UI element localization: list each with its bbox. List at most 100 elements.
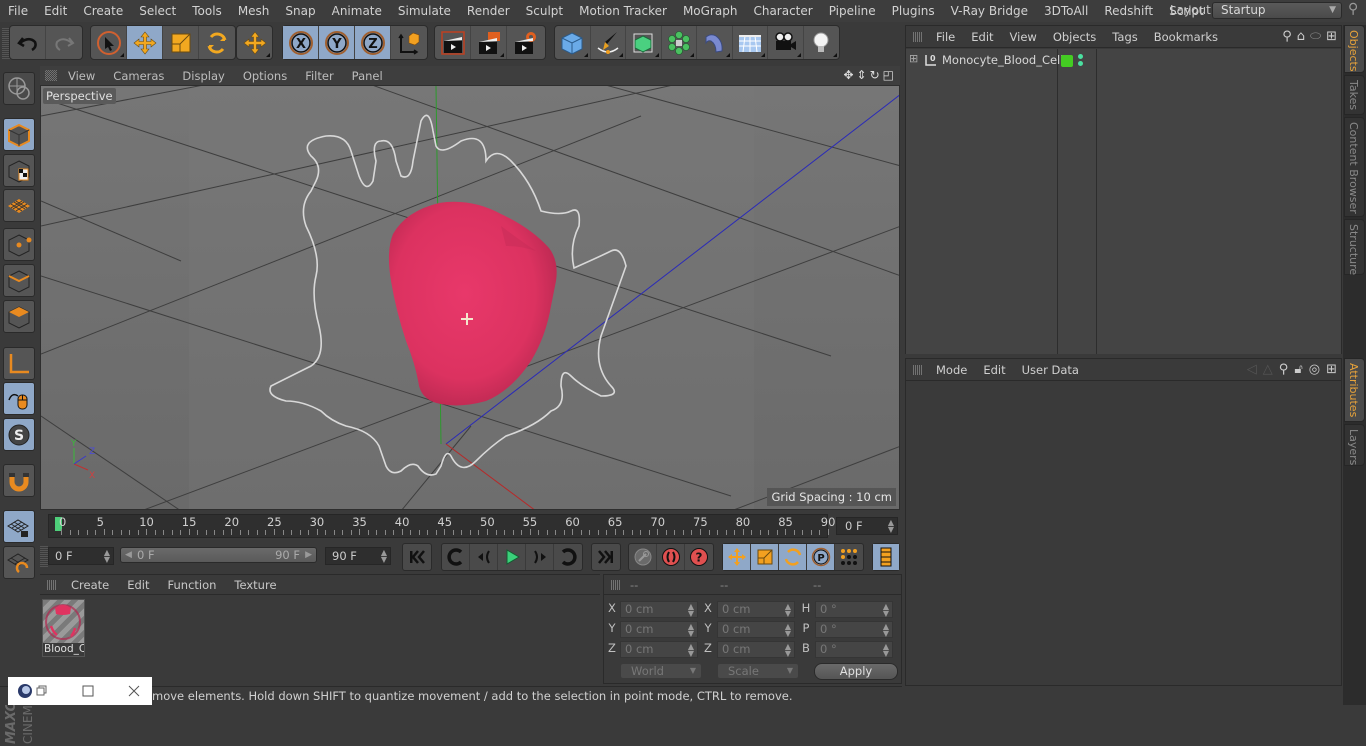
target-icon[interactable]: ◎ xyxy=(1309,362,1320,377)
rot-h-field[interactable]: 0 ° ▲ ▼ xyxy=(815,601,893,618)
coord-mode-dropdown[interactable]: Scale ▼ xyxy=(717,663,799,679)
objects-list-area[interactable] xyxy=(906,71,1341,354)
objects-menu-tags[interactable]: Tags xyxy=(1104,30,1145,44)
menu-vray-bridge[interactable]: V-Ray Bridge xyxy=(943,0,1036,22)
attributes-menu-edit[interactable]: Edit xyxy=(975,363,1013,377)
material-menu-function[interactable]: Function xyxy=(159,578,226,592)
object-name[interactable]: Monocyte_Blood_Cell xyxy=(942,53,1063,67)
rotate-tool-button[interactable] xyxy=(199,26,235,59)
spinner-icon[interactable]: ▲ ▼ xyxy=(104,549,110,564)
current-frame-field[interactable]: 0 F ▲ ▼ xyxy=(836,517,898,535)
points-mode-button[interactable] xyxy=(3,228,35,261)
menu-tools[interactable]: Tools xyxy=(184,0,230,22)
pen-spline-button[interactable] xyxy=(591,26,626,59)
spinner-icon[interactable]: ▲ ▼ xyxy=(883,643,889,658)
cube-button[interactable] xyxy=(555,26,591,59)
key-position-button[interactable] xyxy=(723,544,751,570)
expand-icon[interactable]: ⊞ xyxy=(909,52,918,65)
play-button[interactable] xyxy=(498,544,526,570)
close-icon[interactable] xyxy=(128,685,140,697)
light-button[interactable] xyxy=(804,26,839,59)
solo-button[interactable]: S xyxy=(3,418,35,451)
tab-objects[interactable]: Objects xyxy=(1344,25,1365,73)
cloner-button[interactable] xyxy=(662,26,697,59)
panel-grip[interactable] xyxy=(45,70,57,81)
locked-workplane-button[interactable] xyxy=(3,510,35,543)
spinner-icon[interactable]: ▲ ▼ xyxy=(381,549,387,564)
objects-menu-view[interactable]: View xyxy=(1002,30,1045,44)
maximize-icon[interactable] xyxy=(82,685,94,697)
render-visibility-dot[interactable] xyxy=(1078,61,1083,66)
make-editable-button[interactable] xyxy=(3,72,35,105)
rot-b-field[interactable]: 0 ° ▲ ▼ xyxy=(815,641,893,658)
panel-grip[interactable] xyxy=(611,579,621,590)
menu-mograph[interactable]: MoGraph xyxy=(675,0,746,22)
pos-z-field[interactable]: 0 cm ▲ ▼ xyxy=(620,641,698,658)
menu-simulate[interactable]: Simulate xyxy=(390,0,459,22)
object-row[interactable]: ⊞ 0 Monocyte_Blood_Cell xyxy=(906,49,1341,71)
end-frame-field[interactable]: 90 F ▲ ▼ xyxy=(325,547,391,565)
objects-menu-bookmarks[interactable]: Bookmarks xyxy=(1146,30,1226,44)
polygons-mode-button[interactable] xyxy=(3,300,35,333)
restore-icon[interactable] xyxy=(36,685,48,697)
viewport-menu-display[interactable]: Display xyxy=(173,69,233,83)
viewport-menu-cameras[interactable]: Cameras xyxy=(104,69,173,83)
viewport-menu-options[interactable]: Options xyxy=(234,69,296,83)
menu-mesh[interactable]: Mesh xyxy=(230,0,278,22)
y-axis-lock-button[interactable]: Y xyxy=(319,26,355,59)
menu-file[interactable]: File xyxy=(0,0,36,22)
menu-3dtoall[interactable]: 3DToAll xyxy=(1036,0,1096,22)
new-panel-icon[interactable]: ⊞ xyxy=(1326,29,1337,44)
menu-redshift[interactable]: Redshift xyxy=(1096,0,1161,22)
viewport-menu-filter[interactable]: Filter xyxy=(296,69,342,83)
workplane-mode-button[interactable] xyxy=(3,189,35,222)
key-rotation-button[interactable] xyxy=(779,544,807,570)
panel-grip[interactable] xyxy=(913,364,923,375)
viewport-menu-view[interactable]: View xyxy=(59,69,104,83)
start-frame-field[interactable]: 0 F ▲ ▼ xyxy=(48,547,114,565)
range-right-arrow-icon[interactable]: ▶ xyxy=(305,548,312,562)
menu-snap[interactable]: Snap xyxy=(277,0,323,22)
coord-space-dropdown[interactable]: World ▼ xyxy=(620,663,702,679)
rotate-view-icon[interactable]: ↻ xyxy=(870,68,880,82)
tab-structure[interactable]: Structure xyxy=(1344,219,1365,275)
axis-mode-button[interactable] xyxy=(3,347,35,380)
maximize-view-icon[interactable]: ◰ xyxy=(883,68,894,82)
key-pla-button[interactable] xyxy=(835,544,863,570)
texture-mode-button[interactable] xyxy=(3,154,35,187)
material-menu-create[interactable]: Create xyxy=(62,578,118,592)
zoom-view-icon[interactable]: ⇕ xyxy=(857,68,867,82)
column-divider[interactable] xyxy=(1096,49,1097,354)
lock-icon[interactable]: 🔓︎ xyxy=(1294,362,1302,377)
record-keys-button[interactable] xyxy=(629,544,657,570)
size-x-field[interactable]: 0 cm ▲ ▼ xyxy=(717,601,795,618)
edges-mode-button[interactable] xyxy=(3,264,35,297)
undo-button[interactable] xyxy=(10,26,46,59)
keyframe-selection-button[interactable]: ? xyxy=(685,544,713,570)
key-param-button[interactable]: P xyxy=(807,544,835,570)
range-left-arrow-icon[interactable]: ◀ xyxy=(125,548,132,562)
scale-tool-button[interactable] xyxy=(163,26,199,59)
timeline-ruler[interactable]: 0 5 10 15 20 25 30 35 40 45 50 55 60 65 70 75 80 85 90 xyxy=(48,514,835,538)
menu-character[interactable]: Character xyxy=(745,0,820,22)
spinner-icon[interactable]: ▲ ▼ xyxy=(883,603,889,618)
menu-create[interactable]: Create xyxy=(75,0,131,22)
hierarchy-icon[interactable]: ⬭ xyxy=(1310,29,1321,44)
timeline-window-button[interactable] xyxy=(873,544,899,570)
z-axis-lock-button[interactable]: Z xyxy=(355,26,391,59)
tab-layers[interactable]: Layers xyxy=(1344,424,1365,466)
pos-x-field[interactable]: 0 cm ▲ ▼ xyxy=(620,601,698,618)
attributes-menu-mode[interactable]: Mode xyxy=(928,363,975,377)
rot-p-field[interactable]: 0 ° ▲ ▼ xyxy=(815,621,893,638)
goto-start-button[interactable] xyxy=(403,544,431,570)
layer-color-swatch[interactable] xyxy=(1061,55,1073,67)
render-view-button[interactable] xyxy=(435,26,471,59)
camera-label[interactable]: Perspective xyxy=(43,88,116,104)
next-key-button[interactable] xyxy=(554,544,582,570)
apply-button[interactable]: Apply xyxy=(814,663,898,680)
menu-pipeline[interactable]: Pipeline xyxy=(821,0,884,22)
model-mode-button[interactable] xyxy=(3,118,35,151)
size-z-field[interactable]: 0 cm ▲ ▼ xyxy=(717,641,795,658)
tweak-mode-button[interactable] xyxy=(3,382,35,415)
preview-range-slider[interactable]: ◀ 0 F 90 F ▶ xyxy=(120,547,317,563)
